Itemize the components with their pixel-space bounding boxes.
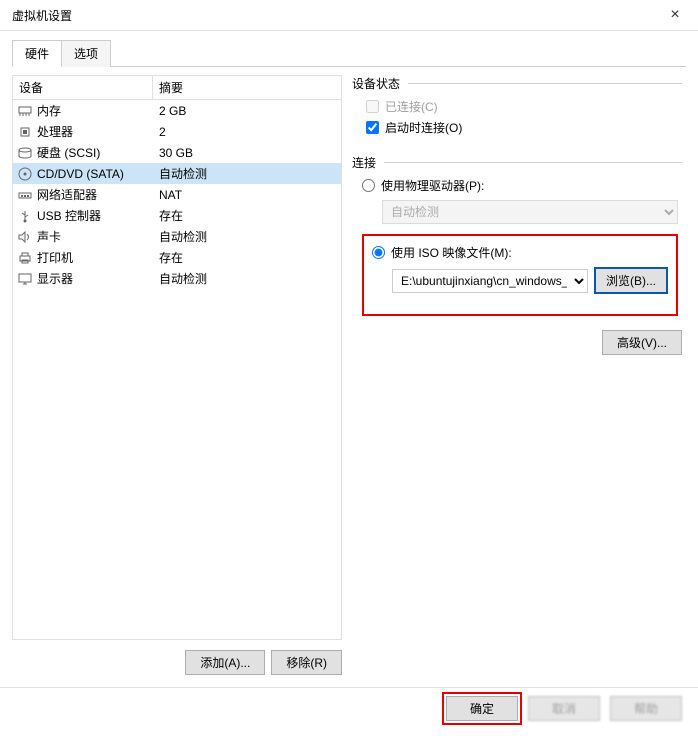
help-button[interactable]: 帮助 <box>610 696 682 721</box>
browse-button[interactable]: 浏览(B)... <box>594 267 668 294</box>
net-icon <box>17 188 33 202</box>
device-summary: NAT <box>153 186 341 204</box>
col-header-summary: 摘要 <box>153 76 341 99</box>
table-row[interactable]: 网络适配器 NAT <box>13 184 341 205</box>
advanced-button[interactable]: 高级(V)... <box>602 330 682 355</box>
device-name: 声卡 <box>37 228 61 245</box>
tab-options[interactable]: 选项 <box>62 40 111 67</box>
device-name: USB 控制器 <box>37 207 101 224</box>
table-row[interactable]: CD/DVD (SATA) 自动检测 <box>13 163 341 184</box>
radio-physical[interactable]: 使用物理驱动器(P): <box>362 177 678 194</box>
checkbox-connect-poweron[interactable]: 启动时连接(O) <box>366 119 678 136</box>
table-row[interactable]: 处理器 2 <box>13 121 341 142</box>
device-name: 网络适配器 <box>37 186 97 203</box>
table-row[interactable]: 显示器 自动检测 <box>13 268 341 289</box>
memory-icon <box>17 104 33 118</box>
device-summary: 自动检测 <box>153 268 341 289</box>
radio-physical-label: 使用物理驱动器(P): <box>381 177 484 194</box>
device-name: 硬盘 (SCSI) <box>37 144 100 161</box>
checkbox-connected-input <box>366 100 379 113</box>
device-name: 打印机 <box>37 249 73 266</box>
printer-icon <box>17 251 33 265</box>
radio-physical-input[interactable] <box>362 179 375 192</box>
device-name: 显示器 <box>37 270 73 287</box>
usb-icon <box>17 209 33 223</box>
table-row[interactable]: USB 控制器 存在 <box>13 205 341 226</box>
add-button[interactable]: 添加(A)... <box>185 650 265 675</box>
sound-icon <box>17 230 33 244</box>
disk-icon <box>17 146 33 160</box>
group-connection-label: 连接 <box>352 156 376 172</box>
physical-drive-select: 自动检测 <box>382 200 678 224</box>
radio-iso-label: 使用 ISO 映像文件(M): <box>391 244 512 261</box>
device-summary: 存在 <box>153 247 341 268</box>
device-summary: 2 GB <box>153 102 341 120</box>
dialog-footer: 确定 取消 帮助 <box>0 687 698 733</box>
iso-highlight-box: 使用 ISO 映像文件(M): E:\ubuntujinxiang\cn_win… <box>362 234 678 316</box>
device-name: 内存 <box>37 102 61 119</box>
window-title: 虚拟机设置 <box>12 7 72 24</box>
close-icon[interactable]: × <box>660 6 690 24</box>
display-icon <box>17 272 33 286</box>
checkbox-connect-poweron-input[interactable] <box>366 121 379 134</box>
cancel-button[interactable]: 取消 <box>528 696 600 721</box>
device-summary: 30 GB <box>153 144 341 162</box>
cd-icon <box>17 167 33 181</box>
ok-button[interactable]: 确定 <box>446 696 518 721</box>
checkbox-connected-label: 已连接(C) <box>385 98 438 115</box>
remove-button[interactable]: 移除(R) <box>271 650 342 675</box>
tab-bar: 硬件 选项 <box>12 39 686 67</box>
cpu-icon <box>17 125 33 139</box>
device-summary: 2 <box>153 123 341 141</box>
radio-iso-input[interactable] <box>372 246 385 259</box>
iso-path-select[interactable]: E:\ubuntujinxiang\cn_windows_ <box>392 269 588 293</box>
tab-hardware[interactable]: 硬件 <box>12 40 62 67</box>
table-row[interactable]: 打印机 存在 <box>13 247 341 268</box>
device-summary: 自动检测 <box>153 226 341 247</box>
device-name: 处理器 <box>37 123 73 140</box>
radio-iso[interactable]: 使用 ISO 映像文件(M): <box>372 244 668 261</box>
table-row[interactable]: 硬盘 (SCSI) 30 GB <box>13 142 341 163</box>
group-device-status-label: 设备状态 <box>352 77 400 93</box>
col-header-device: 设备 <box>13 76 153 99</box>
device-table: 设备 摘要 内存2 GB处理器2硬盘 (SCSI)30 GBCD/DVD (SA… <box>12 75 342 640</box>
device-summary: 自动检测 <box>153 163 341 184</box>
table-row[interactable]: 声卡 自动检测 <box>13 226 341 247</box>
table-row[interactable]: 内存 2 GB <box>13 100 341 121</box>
device-summary: 存在 <box>153 205 341 226</box>
device-name: CD/DVD (SATA) <box>37 167 124 181</box>
checkbox-connect-poweron-label: 启动时连接(O) <box>385 119 462 136</box>
checkbox-connected: 已连接(C) <box>366 98 678 115</box>
